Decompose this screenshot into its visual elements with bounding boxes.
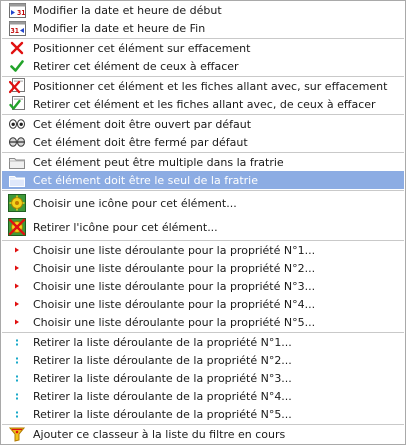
menu-item-remove-dropdown-4[interactable]: Retirer la liste déroulante de la propri… [2,387,404,405]
small-red-arrow-icon [7,312,27,332]
remove-icon-icon [7,217,27,237]
menu-item-choose-dropdown-1[interactable]: Choisir une liste déroulante pour la pro… [2,241,404,259]
menu-item-label: Retirer cet élément et les fiches allant… [33,97,376,111]
menu-item-label: Cet élément doit être fermé par défaut [33,135,248,149]
menu-item-label: Choisir une liste déroulante pour la pro… [33,243,316,257]
doc-red-x-icon [7,76,27,96]
menu-item-label: Retirer cet élément de ceux à effacer [33,59,239,73]
menu-item-label: Retirer l'icône pour cet élément... [33,220,218,234]
small-cyan-dots-icon [7,404,27,424]
menu-item-label: Cet élément doit être le seul de la frat… [33,173,258,187]
red-x-icon [7,38,27,58]
context-menu: 31 Modifier la date et heure de début 31… [0,0,406,445]
menu-item-label: Retirer la liste déroulante de la propri… [33,335,292,349]
menu-item-label: Retirer la liste déroulante de la propri… [33,389,292,403]
menu-item-label: Choisir une liste déroulante pour la pro… [33,297,316,311]
calendar-end-icon: 31 [7,18,27,38]
menu-item-mark-with-sheets-for-deletion[interactable]: Positionner cet élément et les fiches al… [2,77,404,95]
menu-item-label: Ajouter ce classeur à la liste du filtre… [33,427,286,441]
small-red-arrow-icon [7,240,27,260]
menu-item-add-to-filter[interactable]: Ajouter ce classeur à la liste du filtre… [2,425,404,443]
eyes-open-icon [7,114,27,134]
folder-icon [7,152,27,172]
menu-item-label: Choisir une icône pour cet élément... [33,196,237,210]
menu-item-label: Modifier la date et heure de Fin [33,21,206,35]
menu-item-label: Choisir une liste déroulante pour la pro… [33,315,316,329]
menu-item-label: Modifier la date et heure de début [33,3,222,17]
svg-text:31: 31 [10,27,18,35]
menu-item-choose-dropdown-3[interactable]: Choisir une liste déroulante pour la pro… [2,277,404,295]
menu-item-label: Cet élément doit être ouvert par défaut [33,117,252,131]
menu-item-open-by-default[interactable]: Cet élément doit être ouvert par défaut [2,115,404,133]
menu-item-mark-for-deletion[interactable]: Positionner cet élément sur effacement [2,39,404,57]
folder-selected-icon [7,170,27,190]
menu-item-unmark-deletion[interactable]: Retirer cet élément de ceux à effacer [2,57,404,75]
calendar-start-icon: 31 [7,0,27,20]
menu-item-remove-dropdown-2[interactable]: Retirer la liste déroulante de la propri… [2,351,404,369]
funnel-icon [7,424,27,444]
small-cyan-dots-icon [7,386,27,406]
doc-green-check-icon [7,94,27,114]
menu-item-closed-by-default[interactable]: Cet élément doit être fermé par défaut [2,133,404,151]
menu-item-modify-end-date[interactable]: 31 Modifier la date et heure de Fin [2,19,404,37]
small-red-arrow-icon [7,258,27,278]
menu-item-label: Cet élément peut être multiple dans la f… [33,155,284,169]
small-red-arrow-icon [7,276,27,296]
eyes-closed-icon [7,132,27,152]
menu-item-unmark-with-sheets-deletion[interactable]: Retirer cet élément et les fiches allant… [2,95,404,113]
menu-item-choose-dropdown-4[interactable]: Choisir une liste déroulante pour la pro… [2,295,404,313]
menu-item-modify-start-date[interactable]: 31 Modifier la date et heure de début [2,1,404,19]
menu-item-label: Retirer la liste déroulante de la propri… [33,407,292,421]
menu-item-label: Retirer la liste déroulante de la propri… [33,371,292,385]
choose-icon-icon [7,193,27,213]
menu-item-label: Choisir une liste déroulante pour la pro… [33,261,316,275]
svg-text:31: 31 [17,9,25,17]
menu-item-label: Choisir une liste déroulante pour la pro… [33,279,316,293]
small-red-arrow-icon [7,294,27,314]
small-cyan-dots-icon [7,350,27,370]
menu-item-remove-dropdown-1[interactable]: Retirer la liste déroulante de la propri… [2,333,404,351]
menu-item-only-in-siblings[interactable]: Cet élément doit être le seul de la frat… [2,171,404,189]
menu-item-multiple-in-siblings[interactable]: Cet élément peut être multiple dans la f… [2,153,404,171]
menu-item-label: Retirer la liste déroulante de la propri… [33,353,292,367]
menu-item-remove-dropdown-3[interactable]: Retirer la liste déroulante de la propri… [2,369,404,387]
menu-item-remove-dropdown-5[interactable]: Retirer la liste déroulante de la propri… [2,405,404,423]
menu-item-choose-icon[interactable]: Choisir une icône pour cet élément... [2,191,404,215]
menu-item-remove-icon[interactable]: Retirer l'icône pour cet élément... [2,215,404,239]
menu-item-choose-dropdown-2[interactable]: Choisir une liste déroulante pour la pro… [2,259,404,277]
menu-item-label: Positionner cet élément et les fiches al… [33,79,388,93]
small-cyan-dots-icon [7,332,27,352]
green-check-icon [7,56,27,76]
menu-item-label: Positionner cet élément sur effacement [33,41,251,55]
menu-item-choose-dropdown-5[interactable]: Choisir une liste déroulante pour la pro… [2,313,404,331]
small-cyan-dots-icon [7,368,27,388]
